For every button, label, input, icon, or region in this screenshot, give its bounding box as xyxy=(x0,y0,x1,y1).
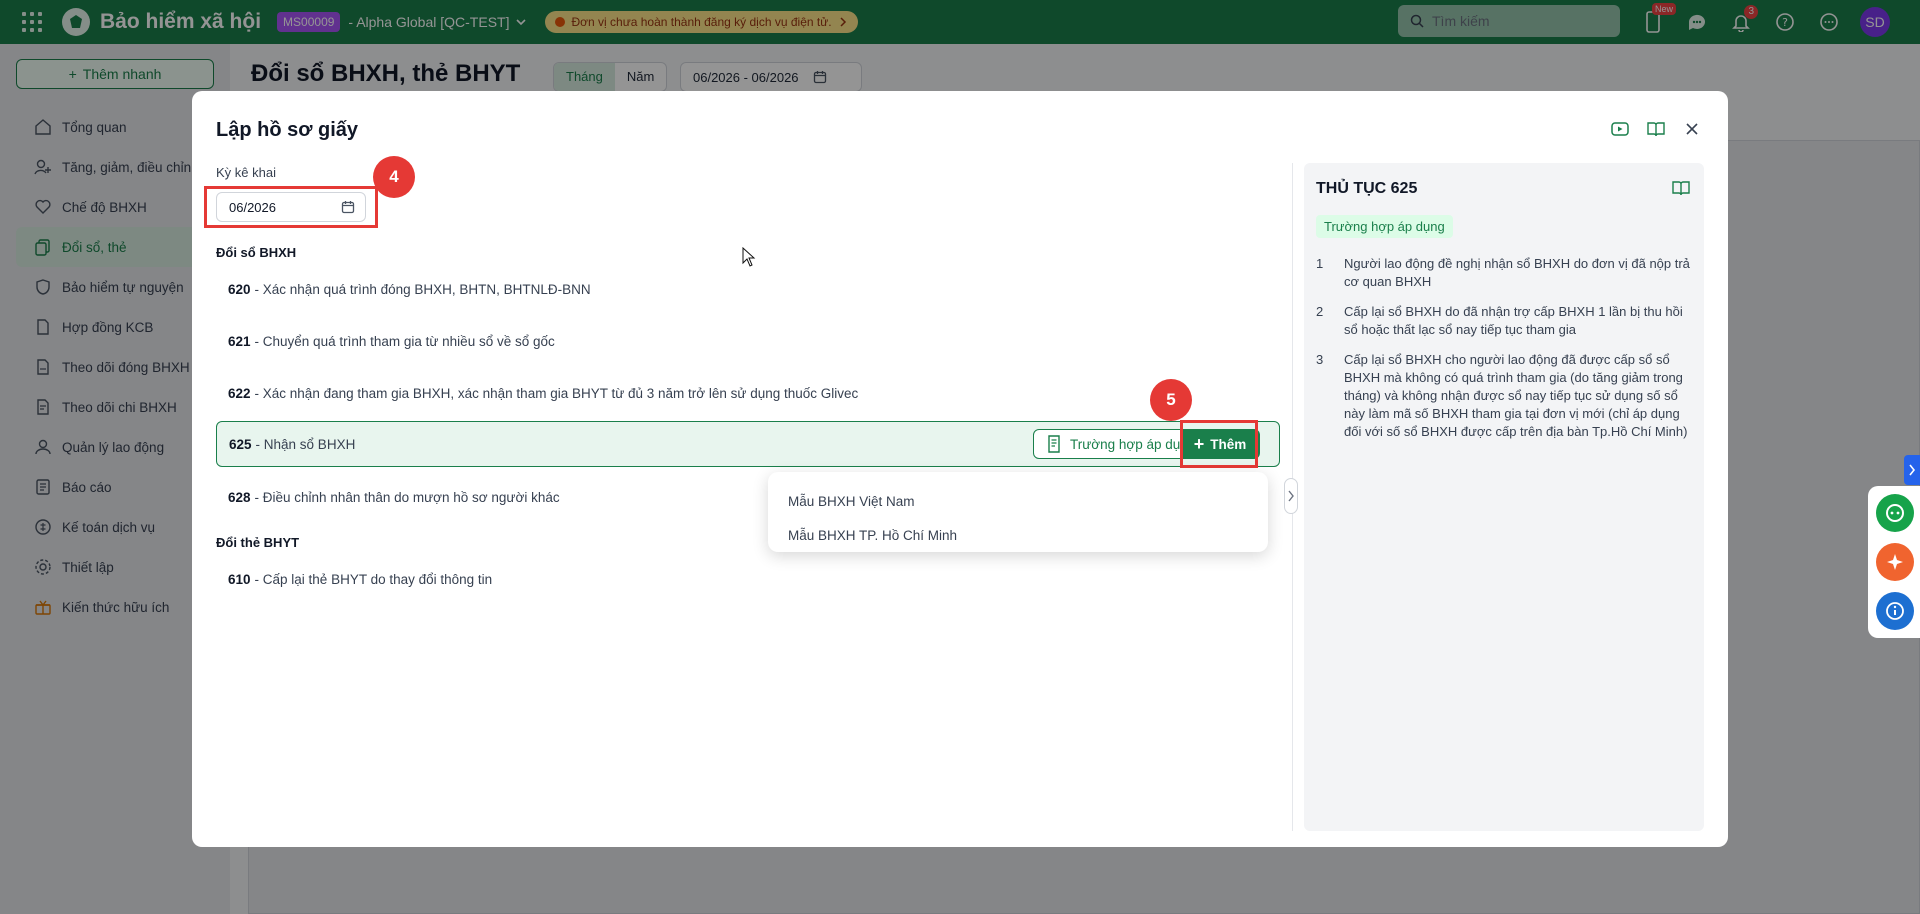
procedure-info-panel: THỦ TỤC 625 Trường hợp áp dụng 1 Người l… xyxy=(1304,163,1704,831)
guide-book-icon[interactable] xyxy=(1646,119,1666,139)
panel-title: THỦ TỤC 625 xyxy=(1316,180,1418,197)
list-item: 1 Người lao động đề nghị nhận sổ BHXH do… xyxy=(1316,255,1692,291)
procedure-name: - Điều chỉnh nhân thân do mượn hồ sơ ngư… xyxy=(254,489,560,505)
paper-dossier-modal: Lập hồ sơ giấy Kỳ kê khai 4 Đổi sổ BHXH … xyxy=(192,91,1728,847)
procedure-code: 622 xyxy=(228,385,251,401)
chevron-right-icon xyxy=(1909,464,1916,476)
list-item: 3 Cấp lại sổ BHXH cho người lao động đã … xyxy=(1316,351,1692,441)
procedure-code: 610 xyxy=(228,571,251,587)
case-list: 1 Người lao động đề nghị nhận sổ BHXH do… xyxy=(1316,255,1692,453)
mouse-cursor-icon xyxy=(742,246,756,270)
list-item-text: Cấp lại sổ BHXH do đã nhận trợ cấp BHXH … xyxy=(1344,304,1683,337)
close-icon[interactable] xyxy=(1682,119,1702,139)
collapse-panel-toggle[interactable] xyxy=(1284,478,1298,514)
step-marker-4: 4 xyxy=(373,156,415,198)
video-icon[interactable] xyxy=(1610,119,1630,139)
procedure-code: 625 xyxy=(229,436,252,452)
modal-title: Lập hồ sơ giấy xyxy=(216,119,359,141)
procedure-name: - Xác nhận quá trình đóng BHXH, BHTN, BH… xyxy=(254,281,591,297)
list-item-number: 1 xyxy=(1316,256,1324,271)
procedure-name: - Nhận sổ BHXH xyxy=(255,436,356,452)
highlight-box-period xyxy=(204,186,378,228)
dropdown-item-hcmc[interactable]: Mẫu BHXH TP. Hồ Chí Minh xyxy=(768,518,1268,552)
section-heading-so: Đổi sổ BHXH xyxy=(216,245,297,260)
period-label: Kỳ kê khai xyxy=(216,165,276,180)
modal-actions xyxy=(1610,119,1702,139)
procedure-item-620[interactable]: 620 - Xác nhận quá trình đóng BHXH, BHTN… xyxy=(216,266,1280,312)
template-dropdown: Mẫu BHXH Việt Nam Mẫu BHXH TP. Hồ Chí Mi… xyxy=(768,472,1268,552)
chevron-right-icon xyxy=(1288,490,1294,502)
list-item-number: 3 xyxy=(1316,352,1324,367)
procedure-item-621[interactable]: 621 - Chuyển quá trình tham gia từ nhiều… xyxy=(216,318,1280,364)
procedure-code: 620 xyxy=(228,281,251,297)
book-icon[interactable] xyxy=(1672,180,1690,199)
procedure-code: 621 xyxy=(228,333,251,349)
ai-sparkle-icon[interactable] xyxy=(1876,543,1914,581)
section-heading-the: Đổi thẻ BHYT xyxy=(216,535,300,550)
info-icon[interactable] xyxy=(1876,592,1914,630)
dropdown-item-vietnam[interactable]: Mẫu BHXH Việt Nam xyxy=(768,484,1268,518)
side-panel-tab[interactable] xyxy=(1904,455,1920,485)
list-item-text: Người lao động đề nghị nhận sổ BHXH do đ… xyxy=(1344,256,1690,289)
list-item-text: Cấp lại sổ BHXH cho người lao động đã đư… xyxy=(1344,352,1688,439)
procedure-code: 628 xyxy=(228,489,251,505)
applicable-cases-label: Trường hợp áp dụng xyxy=(1070,436,1196,452)
procedure-item-625[interactable]: 625 - Nhận sổ BHXH Trường hợp áp dụng + … xyxy=(216,421,1280,467)
step-marker-5: 5 xyxy=(1150,379,1192,421)
list-item-number: 2 xyxy=(1316,304,1324,319)
floating-widgets xyxy=(1868,486,1920,638)
list-item: 2 Cấp lại sổ BHXH do đã nhận trợ cấp BHX… xyxy=(1316,303,1692,339)
procedure-name: - Cấp lại thẻ BHYT do thay đổi thông tin xyxy=(254,571,493,587)
highlight-box-add xyxy=(1180,420,1258,468)
chatbot-icon[interactable] xyxy=(1876,494,1914,532)
procedure-item-610[interactable]: 610 - Cấp lại thẻ BHYT do thay đổi thông… xyxy=(216,556,1280,602)
procedure-name: - Chuyển quá trình tham gia từ nhiều sổ … xyxy=(254,333,555,349)
procedure-name: - Xác nhận đang tham gia BHXH, xác nhận … xyxy=(254,385,859,401)
scroll-icon xyxy=(1048,435,1060,453)
applicable-cases-tag: Trường hợp áp dụng xyxy=(1316,215,1453,238)
procedure-item-622[interactable]: 622 - Xác nhận đang tham gia BHXH, xác n… xyxy=(216,370,1280,416)
